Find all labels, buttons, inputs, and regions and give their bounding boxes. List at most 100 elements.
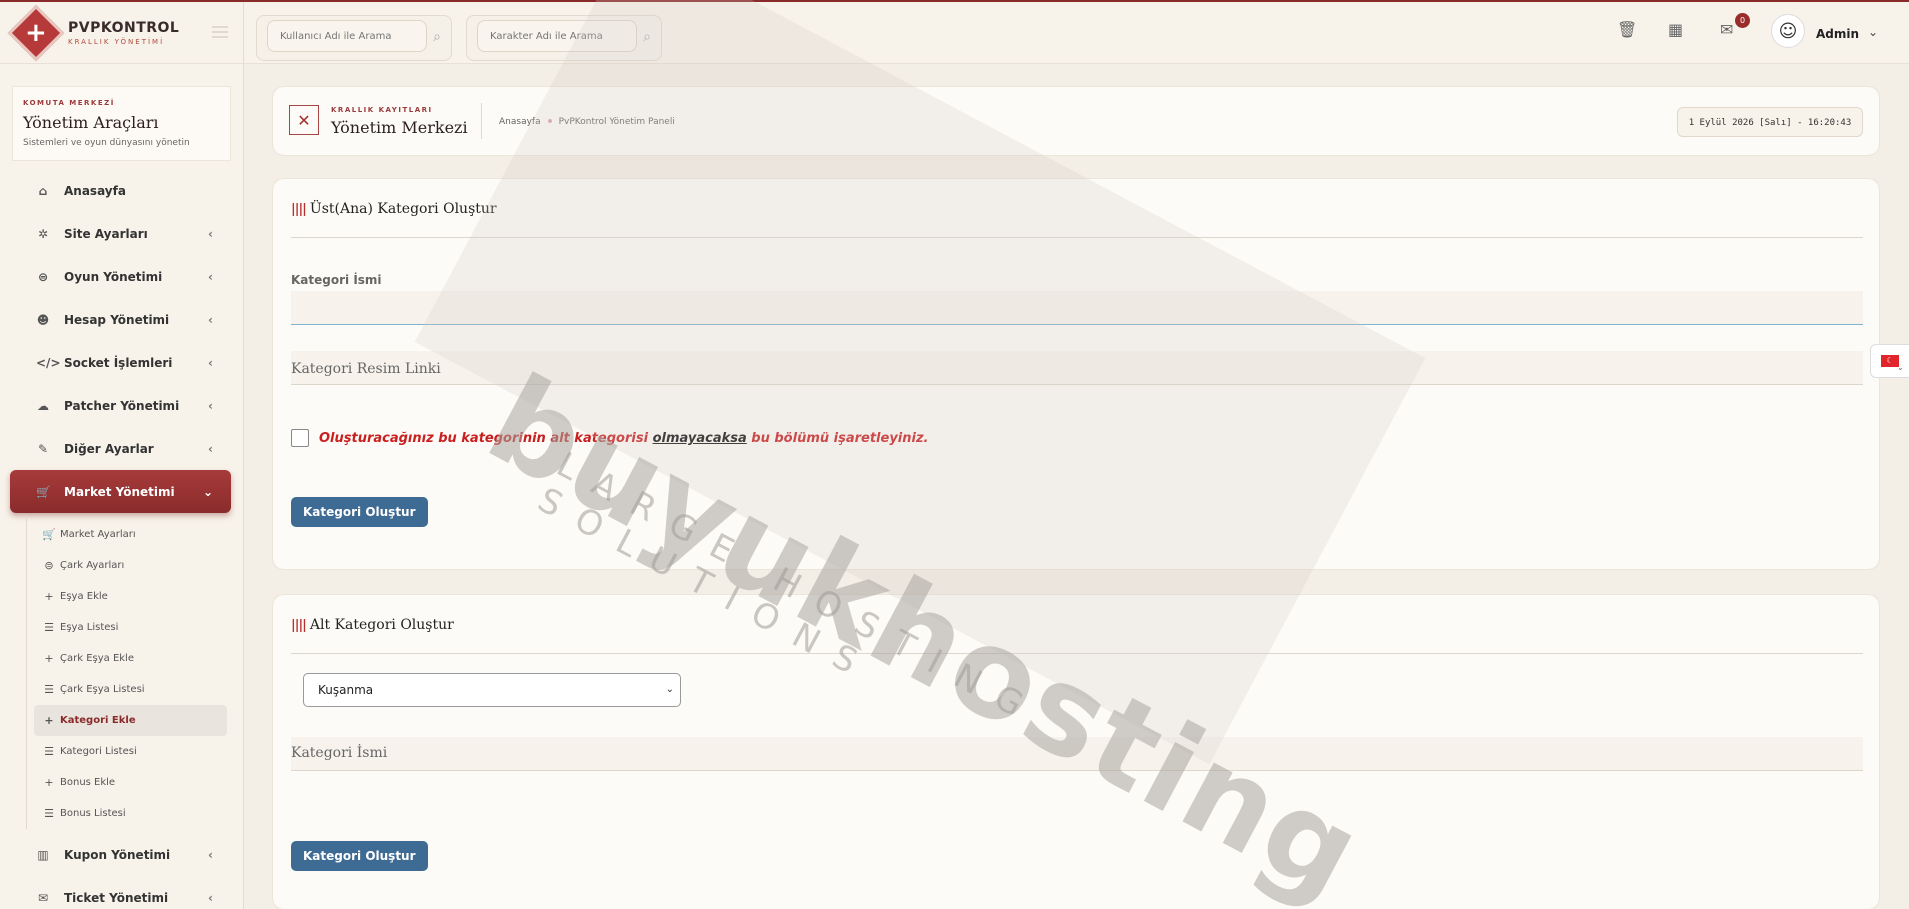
submenu-item-label: Kategori Listesi bbox=[60, 746, 137, 757]
sidebar-item-label: Socket İşlemleri bbox=[64, 355, 173, 370]
sidebar-item-hesap-yonetimi[interactable]: ☻ Hesap Yönetimi ‹ bbox=[10, 298, 231, 341]
submenu-item-label: Çark Eşya Ekle bbox=[60, 653, 134, 664]
datetime-display: 1 Eylül 2026 [Salı] - 16:20:43 bbox=[1677, 107, 1863, 137]
page-header: ✕ KRALLIK KAYITLARI Yönetim Merkezi Anas… bbox=[272, 86, 1880, 156]
list-icon: ☰ bbox=[44, 807, 54, 820]
notification-badge: 0 bbox=[1735, 13, 1750, 28]
character-search: ⌕ bbox=[466, 15, 662, 61]
sidebar-item-label: Oyun Yönetimi bbox=[64, 269, 163, 284]
top-category-form: |||| Üst(Ana) Kategori Oluştur Kategori İ… bbox=[272, 178, 1880, 570]
category-name-input[interactable] bbox=[291, 291, 1863, 325]
code-icon: </> bbox=[36, 355, 61, 370]
section-title: |||| Alt Kategori Oluştur bbox=[291, 617, 454, 633]
barcode-icon: |||| bbox=[291, 202, 307, 217]
no-subcategory-checkbox[interactable] bbox=[291, 429, 309, 447]
users-icon: ☻ bbox=[36, 312, 50, 327]
chevron-left-icon: ‹ bbox=[208, 312, 213, 327]
category-name-label: Kategori İsmi bbox=[291, 273, 382, 287]
menu-toggle-icon[interactable] bbox=[212, 26, 228, 38]
plus-icon: + bbox=[44, 776, 54, 789]
submenu-item-label: Eşya Ekle bbox=[60, 591, 108, 602]
plus-icon: + bbox=[44, 714, 54, 727]
create-subcategory-button[interactable]: Kategori Oluştur bbox=[291, 841, 428, 871]
wrench-icon: ✎ bbox=[37, 441, 49, 456]
sidebar-item-label: Anasayfa bbox=[64, 183, 126, 198]
submenu-item-label: Market Ayarları bbox=[60, 529, 136, 540]
category-image-field[interactable] bbox=[291, 351, 1863, 385]
submenu-item-cark-esya-listesi[interactable]: ☰ Çark Eşya Listesi bbox=[34, 674, 227, 705]
sidebar-item-market-yonetimi[interactable]: 🛒 Market Yönetimi ⌄ bbox=[10, 470, 231, 513]
divider bbox=[291, 237, 1863, 238]
cloud-icon: ☁ bbox=[37, 398, 49, 413]
divider bbox=[291, 653, 1863, 654]
submenu-item-label: Eşya Listesi bbox=[60, 622, 119, 633]
submenu-item-kategori-ekle[interactable]: + Kategori Ekle bbox=[34, 705, 227, 736]
submenu-item-cark-esya-ekle[interactable]: + Çark Eşya Ekle bbox=[34, 643, 227, 674]
chevron-left-icon: ‹ bbox=[208, 398, 213, 413]
create-category-button[interactable]: Kategori Oluştur bbox=[291, 497, 428, 527]
sidebar-item-label: Diğer Ayarlar bbox=[64, 441, 154, 456]
plus-icon: + bbox=[44, 590, 54, 603]
admin-name[interactable]: Admin bbox=[1816, 27, 1859, 41]
submenu-item-label: Kategori Ekle bbox=[60, 715, 136, 726]
ticket-icon: ✉ bbox=[37, 890, 49, 905]
sidebar-item-label: Kupon Yönetimi bbox=[64, 847, 171, 862]
sidebar-nav: ⌂ Anasayfa ✲ Site Ayarları ‹ ⊜ Oyun Yöne… bbox=[0, 169, 243, 513]
breadcrumb: Anasayfa PvPKontrol Yönetim Paneli bbox=[499, 117, 675, 127]
sidebar-kicker: KOMUTA MERKEZİ bbox=[23, 99, 115, 107]
sidebar-description: Sistemleri ve oyun dünyasını yönetin bbox=[23, 138, 190, 148]
plus-icon: + bbox=[44, 652, 54, 665]
user-search-input[interactable] bbox=[267, 20, 427, 52]
brand[interactable]: + PVPKONTROL KRALLIK YÖNETİMİ bbox=[0, 2, 243, 64]
breadcrumb-current: PvPKontrol Yönetim Paneli bbox=[558, 117, 675, 127]
submenu-item-market-ayarlari[interactable]: 🛒 Market Ayarları bbox=[34, 519, 227, 550]
parent-category-select[interactable]: Kuşanma ⌄ bbox=[303, 673, 681, 707]
top-bar: ⌕ ⌕ bbox=[244, 2, 1909, 64]
character-search-input[interactable] bbox=[477, 20, 637, 52]
close-icon[interactable]: ✕ bbox=[289, 105, 319, 135]
market-submenu: 🛒 Market Ayarları ⊜ Çark Ayarları + Eşya… bbox=[26, 519, 227, 829]
sidebar-title: Yönetim Araçları bbox=[23, 113, 159, 132]
sidebar-item-kupon-yonetimi[interactable]: ▥ Kupon Yönetimi ‹ bbox=[10, 833, 231, 876]
submenu-item-esya-listesi[interactable]: ☰ Eşya Listesi bbox=[34, 612, 227, 643]
brand-title: PVPKONTROL bbox=[68, 19, 180, 36]
page-kicker: KRALLIK KAYITLARI bbox=[331, 106, 433, 114]
chevron-down-icon[interactable]: ⌄ bbox=[1868, 25, 1878, 39]
sidebar-item-diger-ayarlar[interactable]: ✎ Diğer Ayarlar ‹ bbox=[10, 427, 231, 470]
search-icon[interactable]: ⌕ bbox=[643, 29, 651, 45]
sidebar: + PVPKONTROL KRALLIK YÖNETİMİ KOMUTA MER… bbox=[0, 2, 244, 909]
gamepad-icon: ⊜ bbox=[44, 559, 54, 572]
barcode-icon: |||| bbox=[291, 618, 307, 633]
sidebar-item-socket-islemleri[interactable]: </> Socket İşlemleri ‹ bbox=[10, 341, 231, 384]
sidebar-item-ticket-yonetimi[interactable]: ✉ Ticket Yönetimi ‹ bbox=[10, 876, 231, 909]
sidebar-item-patcher-yonetimi[interactable]: ☁ Patcher Yönetimi ‹ bbox=[10, 384, 231, 427]
notification-icon[interactable]: ✉ bbox=[1720, 20, 1733, 39]
page-title: Yönetim Merkezi bbox=[331, 118, 468, 137]
subcategory-name-field[interactable] bbox=[291, 737, 1863, 771]
submenu-item-kategori-listesi[interactable]: ☰ Kategori Listesi bbox=[34, 736, 227, 767]
submenu-item-label: Bonus Ekle bbox=[60, 777, 116, 788]
search-icon[interactable]: ⌕ bbox=[433, 29, 441, 45]
brand-logo-icon: + bbox=[7, 4, 65, 61]
trash-icon[interactable]: 🗑 bbox=[1617, 20, 1637, 39]
chevron-left-icon: ‹ bbox=[208, 269, 213, 284]
submenu-item-bonus-ekle[interactable]: + Bonus Ekle bbox=[34, 767, 227, 798]
main-content: ✕ KRALLIK KAYITLARI Yönetim Merkezi Anas… bbox=[244, 64, 1909, 909]
avatar[interactable]: ☺ bbox=[1771, 14, 1805, 48]
checkbox-label: Oluşturacağınız bu kategorinin alt kateg… bbox=[319, 431, 929, 446]
chevron-down-icon: ⌄ bbox=[202, 484, 213, 499]
submenu-item-cark-ayarlari[interactable]: ⊜ Çark Ayarları bbox=[34, 550, 227, 581]
submenu-item-bonus-listesi[interactable]: ☰ Bonus Listesi bbox=[34, 798, 227, 829]
sidebar-item-anasayfa[interactable]: ⌂ Anasayfa bbox=[10, 169, 231, 212]
calendar-icon[interactable]: ▦ bbox=[1668, 20, 1683, 39]
sub-category-form: |||| Alt Kategori Oluştur Kuşanma ⌄ Kateg… bbox=[272, 594, 1880, 909]
cart-icon: 🛒 bbox=[36, 484, 51, 499]
submenu-item-esya-ekle[interactable]: + Eşya Ekle bbox=[34, 581, 227, 612]
language-selector[interactable]: ☾ ⌄ bbox=[1870, 344, 1909, 378]
subcategory-name-label: Kategori İsmi bbox=[291, 745, 388, 761]
section-title: |||| Üst(Ana) Kategori Oluştur bbox=[291, 201, 497, 217]
breadcrumb-home[interactable]: Anasayfa bbox=[499, 117, 541, 127]
sidebar-item-label: Ticket Yönetimi bbox=[64, 890, 169, 905]
sidebar-item-oyun-yonetimi[interactable]: ⊜ Oyun Yönetimi ‹ bbox=[10, 255, 231, 298]
sidebar-item-site-ayarlari[interactable]: ✲ Site Ayarları ‹ bbox=[10, 212, 231, 255]
